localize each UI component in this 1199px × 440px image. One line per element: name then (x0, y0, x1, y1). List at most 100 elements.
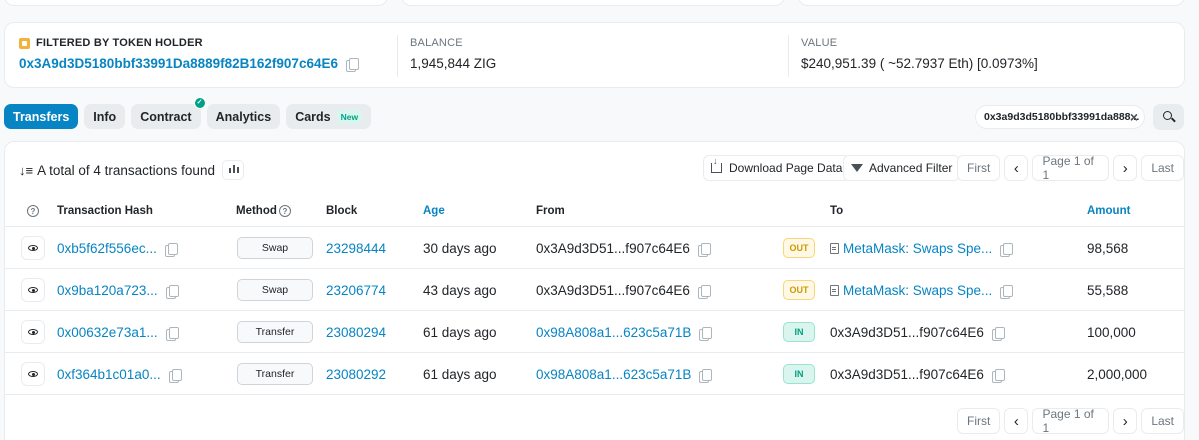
balance-label: BALANCE (410, 37, 463, 49)
tx-hash-link[interactable]: 0xf364b1c01a0... (57, 367, 161, 382)
from-cell: 0x3A9d3D51...f907c64E6 (536, 283, 711, 299)
copy-icon[interactable] (165, 284, 179, 299)
tx-hash-cell: 0x00632e73a1... (57, 325, 179, 341)
header-transaction-hash: Transaction Hash (57, 205, 153, 217)
tab-contract[interactable]: Contract ✓ (131, 97, 206, 129)
tx-hash-link[interactable]: 0x00632e73a1... (57, 325, 158, 340)
header-amount[interactable]: Amount (1087, 205, 1130, 217)
close-icon[interactable]: × (1130, 109, 1138, 125)
copy-icon[interactable] (345, 57, 359, 72)
table-row: 0xf364b1c01a0... Transfer 23080292 61 da… (5, 352, 1184, 394)
chart-icon[interactable] (221, 160, 244, 180)
last-page-button[interactable]: Last (1141, 155, 1184, 181)
table-header: ? Transaction Hash Method? Block Age Fro… (5, 200, 1184, 222)
copy-icon[interactable] (699, 326, 713, 341)
age-cell: 61 days ago (423, 367, 497, 382)
value-value: $240,951.39 ( ~52.7937 Eth) [0.0973%] (801, 56, 1038, 71)
holder-column: FILTERED BY TOKEN HOLDER 0x3A9d3D5180bbf… (19, 37, 359, 72)
filter-chip-text: 0x3a9d3d5180bbf33991da888... (984, 111, 1140, 123)
amount-cell: 55,588 (1087, 283, 1129, 298)
copy-icon[interactable] (1000, 242, 1014, 257)
copy-icon[interactable] (697, 242, 711, 257)
tab-label: Contract (140, 109, 192, 124)
copy-icon[interactable] (991, 326, 1005, 341)
holder-address-link[interactable]: 0x3A9d3D5180bbf33991Da8889f82B162f907c64… (19, 56, 338, 71)
block-link[interactable]: 23206774 (326, 283, 386, 298)
method-badge: Swap (237, 279, 313, 301)
next-page-button[interactable]: › (1113, 155, 1138, 181)
tab-bar: Transfers Info Contract ✓ Analytics Cards… (4, 97, 372, 129)
balance-value: 1,945,844 ZIG (410, 56, 497, 71)
tab-cards[interactable]: Cards New (286, 104, 372, 129)
table-bottom-divider (5, 394, 1184, 395)
search-button[interactable] (1153, 104, 1184, 130)
from-address: 0x3A9d3D51...f907c64E6 (536, 283, 690, 298)
first-page-button[interactable]: First (957, 155, 1001, 181)
pagination-top: First ‹ Page 1 of 1 › Last (957, 154, 1184, 182)
download-page-data-button[interactable]: Download Page Data (703, 155, 851, 181)
method-badge: Transfer (237, 321, 313, 343)
view-details-button[interactable] (21, 278, 45, 302)
tab-label: Transfers (13, 109, 70, 124)
copy-icon[interactable] (164, 242, 178, 257)
help-icon[interactable]: ? (278, 205, 291, 217)
holder-address-row: 0x3A9d3D5180bbf33991Da8889f82B162f907c64… (19, 56, 359, 72)
tab-label: Cards (295, 109, 331, 124)
block-link[interactable]: 23080294 (326, 325, 386, 340)
table-row: 0x00632e73a1... Transfer 23080294 61 day… (5, 310, 1184, 352)
first-page-button[interactable]: First (957, 408, 1001, 434)
tab-analytics[interactable]: Analytics (206, 104, 281, 129)
from-address-link[interactable]: 0x98A808a1...623c5a71B (536, 325, 691, 340)
block-link[interactable]: 23080292 (326, 367, 386, 382)
direction-badge: OUT (783, 280, 815, 300)
divider (788, 35, 789, 77)
top-summary-cards (0, 0, 1199, 6)
header-method: Method? (236, 205, 291, 217)
copy-icon[interactable] (699, 368, 713, 383)
advanced-filter-button[interactable]: Advanced Filter (843, 155, 961, 181)
view-details-button[interactable] (21, 320, 45, 344)
next-page-button[interactable]: › (1113, 408, 1138, 434)
copy-icon[interactable] (165, 326, 179, 341)
page-indicator: Page 1 of 1 (1032, 407, 1110, 435)
prev-page-button[interactable]: ‹ (1004, 155, 1029, 181)
view-details-button[interactable] (21, 362, 45, 386)
block-link[interactable]: 23298444 (326, 241, 386, 256)
copy-icon[interactable] (697, 284, 711, 299)
direction-badge: IN (783, 322, 815, 342)
to-address-link[interactable]: MetaMask: Swaps Spe... (843, 241, 992, 256)
table-row: 0xb5f62f556ec... Swap 23298444 30 days a… (5, 226, 1184, 268)
help-icon[interactable]: ? (25, 205, 39, 217)
holder-filter-label: FILTERED BY TOKEN HOLDER (19, 37, 357, 49)
age-cell: 43 days ago (423, 283, 497, 298)
tab-transfers[interactable]: Transfers (4, 104, 79, 129)
to-cell: 0x3A9d3D51...f907c64E6 (830, 325, 1005, 341)
method-badge: Transfer (237, 363, 313, 385)
transfers-card: ↓≡ A total of 4 transactions found Downl… (4, 141, 1185, 440)
sort-icon[interactable]: ↓≡ (19, 163, 33, 178)
tx-hash-link[interactable]: 0x9ba120a723... (57, 283, 158, 298)
token-icon (19, 37, 30, 49)
eye-icon (28, 287, 38, 293)
to-address: 0x3A9d3D51...f907c64E6 (830, 367, 984, 382)
header-age[interactable]: Age (423, 205, 445, 217)
tx-hash-cell: 0xb5f62f556ec... (57, 241, 178, 257)
copy-icon[interactable] (1000, 284, 1014, 299)
copy-icon[interactable] (991, 368, 1005, 383)
last-page-button[interactable]: Last (1141, 408, 1184, 434)
header-block: Block (326, 205, 358, 217)
divider (397, 35, 398, 77)
contract-icon (830, 243, 839, 254)
tab-label: Info (93, 109, 117, 124)
summary-card (798, 0, 1185, 6)
view-details-button[interactable] (21, 236, 45, 260)
eye-icon (28, 329, 38, 335)
prev-page-button[interactable]: ‹ (1004, 408, 1029, 434)
to-address-link[interactable]: MetaMask: Swaps Spe... (843, 283, 992, 298)
from-address-link[interactable]: 0x98A808a1...623c5a71B (536, 367, 691, 382)
tx-hash-link[interactable]: 0xb5f62f556ec... (57, 241, 157, 256)
new-badge: New (336, 109, 363, 124)
tab-info[interactable]: Info (84, 104, 126, 129)
eye-icon (28, 245, 38, 251)
copy-icon[interactable] (168, 368, 182, 383)
